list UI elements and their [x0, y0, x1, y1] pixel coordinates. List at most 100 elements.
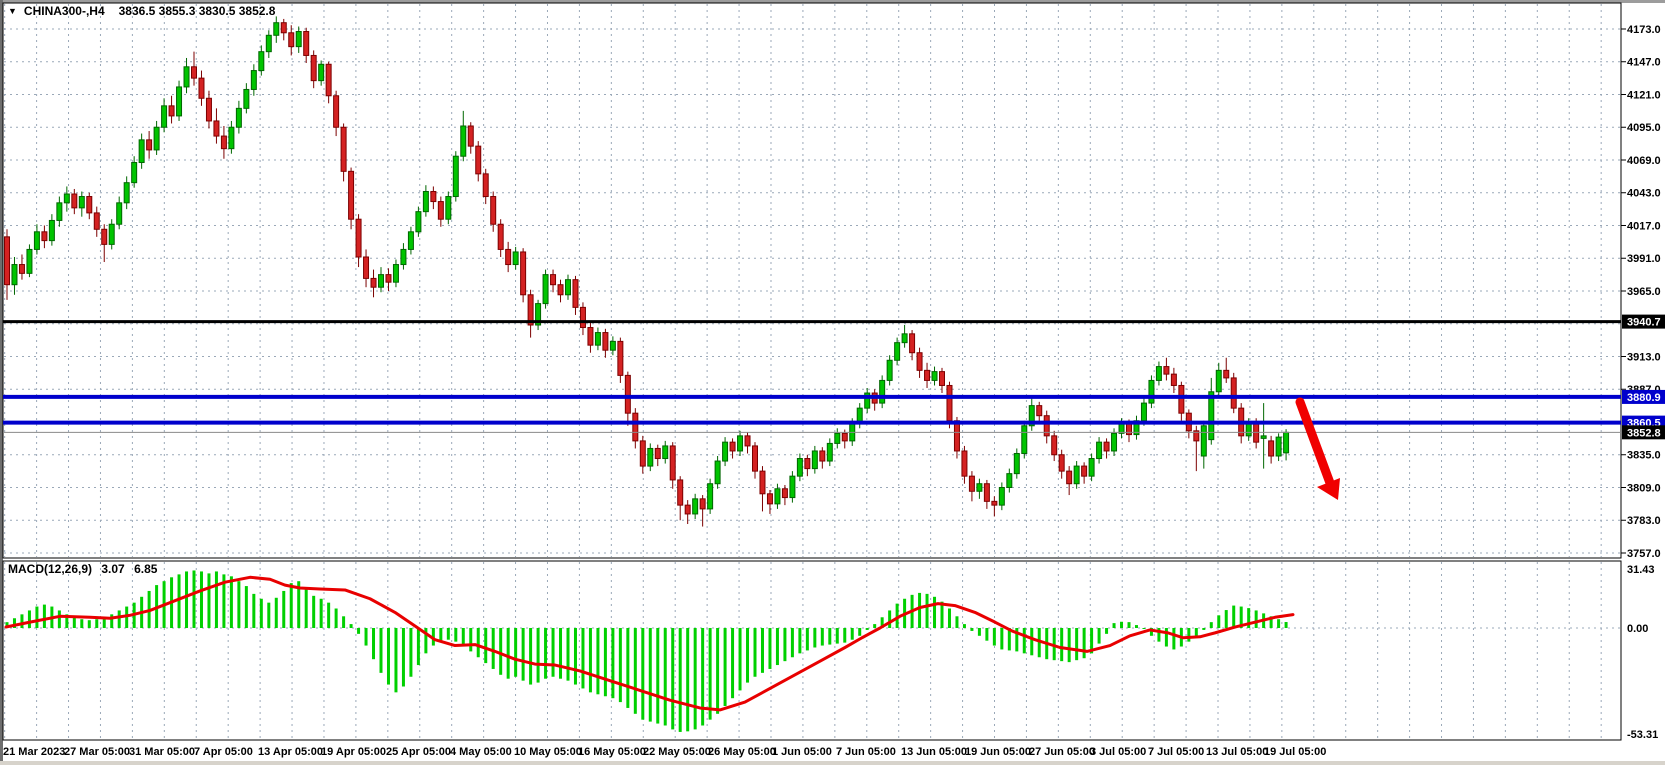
- macd-histogram-bar: [768, 628, 771, 669]
- price-tick-label: 3913.0: [1627, 351, 1661, 363]
- macd-histogram-bar: [522, 628, 525, 681]
- macd-histogram-bar: [1195, 628, 1198, 636]
- date-axis-label: 7 Jun 05:00: [836, 746, 896, 758]
- candle-body: [655, 448, 660, 458]
- macd-histogram-bar: [1232, 606, 1235, 628]
- candle-body: [693, 499, 698, 514]
- candle-body: [356, 219, 361, 257]
- price-panel[interactable]: [3, 3, 1621, 558]
- candle-body: [745, 436, 750, 446]
- macd-histogram-bar: [918, 593, 921, 628]
- chart-menu-arrow-icon[interactable]: ▼: [8, 6, 17, 16]
- candle-body: [947, 385, 952, 420]
- macd-histogram-bar: [604, 628, 607, 696]
- candle-body: [1119, 423, 1124, 433]
- candle-body: [27, 249, 32, 273]
- macd-histogram-bar: [843, 628, 846, 643]
- macd-indicator-header: MACD(12,26,9) 3.07 6.85: [8, 562, 163, 576]
- macd-histogram-bar: [447, 628, 450, 640]
- candle-body: [775, 489, 780, 504]
- candle-body: [491, 197, 496, 225]
- date-axis-label: 7 Jul 05:00: [1148, 746, 1204, 758]
- macd-histogram-bar: [836, 628, 839, 644]
- macd-signal-value: 6.85: [134, 562, 157, 576]
- candle-body: [835, 433, 840, 443]
- macd-histogram-bar: [252, 594, 255, 628]
- macd-histogram-bar: [679, 628, 682, 732]
- candle-body: [79, 197, 84, 208]
- candle-body: [767, 494, 772, 504]
- macd-histogram-bar: [851, 628, 854, 640]
- candle-body: [498, 224, 503, 249]
- macd-axis-max: 31.43: [1627, 564, 1655, 576]
- candle-body: [588, 328, 593, 346]
- macd-histogram-bar: [619, 628, 622, 702]
- price-level-label: 3940.7: [1627, 317, 1661, 329]
- date-axis-label: 13 Jun 05:00: [901, 746, 967, 758]
- macd-histogram-bar: [372, 628, 375, 659]
- candle-body: [603, 333, 608, 351]
- macd-histogram-bar: [1202, 628, 1205, 630]
- candle-body: [124, 183, 129, 203]
- price-tick-label: 4147.0: [1627, 57, 1661, 69]
- macd-histogram-bar: [80, 619, 83, 628]
- macd-histogram-bar: [380, 628, 383, 673]
- candle-body: [708, 484, 713, 509]
- candle-body: [1112, 433, 1117, 451]
- price-tick-label: 4173.0: [1627, 24, 1661, 36]
- macd-histogram-bar: [200, 571, 203, 628]
- candle-body: [64, 194, 69, 203]
- candle-body: [910, 334, 915, 353]
- candle-body: [94, 213, 99, 229]
- macd-histogram-bar: [88, 620, 91, 628]
- macd-histogram-bar: [664, 628, 667, 726]
- macd-histogram-bar: [402, 628, 405, 687]
- candle-body: [1007, 474, 1012, 488]
- macd-histogram-bar: [641, 628, 644, 720]
- window-bottom-edge: [0, 761, 1665, 765]
- candle-body: [902, 334, 907, 343]
- macd-histogram-bar: [1030, 628, 1033, 655]
- candle-body: [87, 197, 92, 213]
- candle-body: [102, 229, 107, 244]
- candle-body: [506, 249, 511, 264]
- date-axis-label: 13 Jul 05:00: [1206, 746, 1268, 758]
- candle-body: [364, 257, 369, 278]
- macd-histogram-bar: [821, 628, 824, 646]
- macd-histogram-bar: [1187, 628, 1190, 642]
- macd-histogram-bar: [477, 628, 480, 657]
- candle-body: [334, 96, 339, 127]
- macd-histogram-bar: [993, 628, 996, 646]
- candle-body: [1074, 466, 1079, 484]
- macd-histogram-bar: [694, 628, 697, 729]
- candle-body: [341, 127, 346, 171]
- date-axis-label: 31 Mar 05:00: [129, 746, 195, 758]
- macd-histogram-bar: [1023, 628, 1026, 653]
- candle-body: [610, 341, 615, 350]
- macd-histogram-bar: [357, 628, 360, 634]
- candle-body: [797, 459, 802, 477]
- macd-histogram-bar: [716, 628, 719, 714]
- macd-histogram-bar: [230, 576, 233, 628]
- candle-body: [962, 451, 967, 476]
- candle-body: [790, 476, 795, 497]
- candle-body: [206, 98, 211, 121]
- macd-histogram-bar: [671, 628, 674, 729]
- candle-body: [438, 202, 443, 220]
- chart-canvas[interactable]: 4173.04147.04121.04095.04069.04043.04017…: [0, 0, 1665, 765]
- price-tick-label: 4095.0: [1627, 122, 1661, 134]
- macd-histogram-bar: [581, 628, 584, 688]
- price-level-label: 3880.9: [1627, 392, 1661, 404]
- macd-histogram-bar: [1225, 610, 1228, 628]
- candle-body: [154, 127, 159, 150]
- macd-histogram-bar: [462, 628, 465, 646]
- macd-histogram-bar: [963, 624, 966, 628]
- macd-histogram-bar: [813, 628, 816, 648]
- macd-histogram-bar: [955, 616, 958, 628]
- macd-histogram-bar: [1083, 628, 1086, 658]
- candle-body: [932, 372, 937, 381]
- chart-title: ▼ CHINA300-,H4 3836.5 3855.3 3830.5 3852…: [8, 4, 275, 18]
- macd-histogram-bar: [514, 628, 517, 677]
- macd-histogram-bar: [193, 570, 196, 628]
- candle-body: [1179, 385, 1184, 413]
